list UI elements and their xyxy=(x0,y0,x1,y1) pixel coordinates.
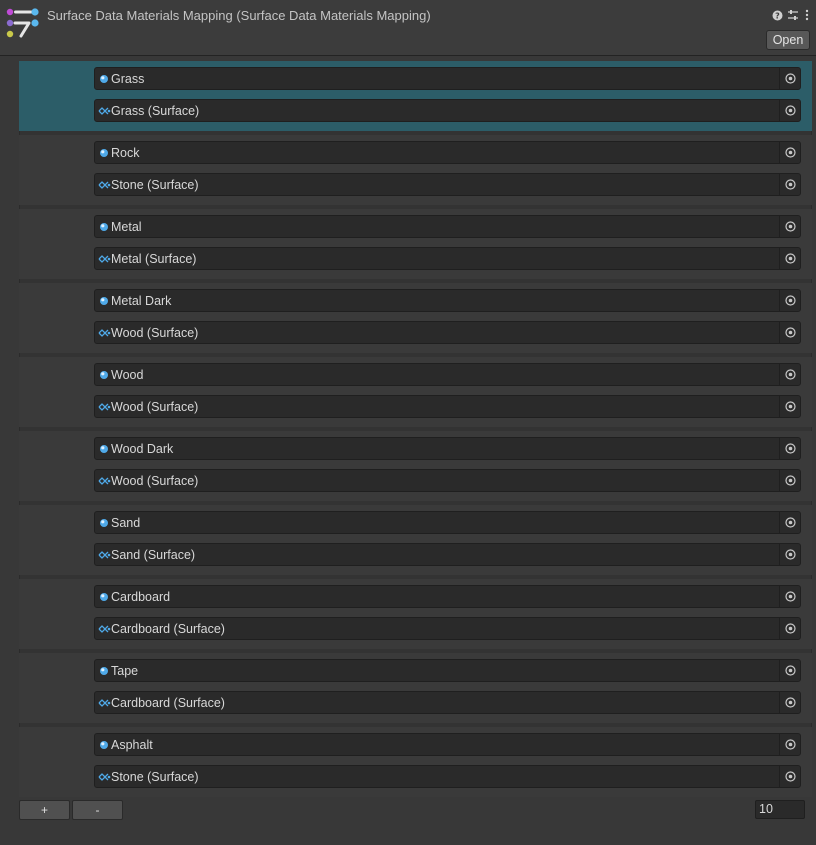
material-field[interactable]: Sand xyxy=(94,511,801,534)
material-field-value: Wood Dark xyxy=(111,441,174,456)
surface-field[interactable]: Stone (Surface) xyxy=(94,173,801,196)
surface-field[interactable]: Metal (Surface) xyxy=(94,247,801,270)
object-picker-icon[interactable] xyxy=(779,544,800,565)
surface-data-icon xyxy=(97,770,111,784)
material-field-value: Tape xyxy=(111,663,139,678)
object-picker-icon[interactable] xyxy=(779,100,800,121)
object-picker-icon[interactable] xyxy=(779,248,800,269)
surface-data-icon xyxy=(97,400,111,414)
add-element-button[interactable]: + xyxy=(19,800,70,820)
more-vert-icon[interactable] xyxy=(800,8,814,22)
surface-field-value: Wood (Surface) xyxy=(111,399,199,414)
surface-field-value: Cardboard (Surface) xyxy=(111,695,225,710)
page-title: Surface Data Materials Mapping (Surface … xyxy=(47,8,431,23)
surface-field[interactable]: Grass (Surface) xyxy=(94,99,801,122)
object-picker-icon[interactable] xyxy=(779,692,800,713)
settings-sliders-icon[interactable] xyxy=(786,8,800,22)
material-field-value: Asphalt xyxy=(111,737,153,752)
material-field-value: Wood xyxy=(111,367,144,382)
surface-field-value: Wood (Surface) xyxy=(111,325,199,340)
surface-field-value: Grass (Surface) xyxy=(111,103,200,118)
surface-data-icon xyxy=(97,548,111,562)
material-field[interactable]: Cardboard xyxy=(94,585,801,608)
surface-field-value: Sand (Surface) xyxy=(111,547,196,562)
object-picker-icon[interactable] xyxy=(779,618,800,639)
object-picker-icon[interactable] xyxy=(779,364,800,385)
object-picker-icon[interactable] xyxy=(779,586,800,607)
svg-text:?: ? xyxy=(775,11,780,20)
object-picker-icon[interactable] xyxy=(779,734,800,755)
material-field-value: Sand xyxy=(111,515,141,530)
surface-data-icon xyxy=(97,104,111,118)
material-icon xyxy=(97,442,111,456)
material-icon xyxy=(97,294,111,308)
surface-data-icon xyxy=(97,622,111,636)
material-icon xyxy=(97,220,111,234)
surface-field-value: Cardboard (Surface) xyxy=(111,621,225,636)
material-field[interactable]: Metal xyxy=(94,215,801,238)
surface-field[interactable]: Cardboard (Surface) xyxy=(94,617,801,640)
material-field[interactable]: Grass xyxy=(94,67,801,90)
surface-data-icon xyxy=(97,178,111,192)
object-picker-icon[interactable] xyxy=(779,438,800,459)
material-icon xyxy=(97,72,111,86)
surface-data-icon xyxy=(97,696,111,710)
material-field[interactable]: Metal Dark xyxy=(94,289,801,312)
material-field-value: Cardboard xyxy=(111,589,171,604)
help-icon[interactable]: ? xyxy=(770,8,784,22)
object-picker-icon[interactable] xyxy=(779,174,800,195)
remove-element-button[interactable]: - xyxy=(72,800,123,820)
list-size-field[interactable]: 10 xyxy=(755,800,805,819)
surface-field-value: Wood (Surface) xyxy=(111,473,199,488)
object-picker-icon[interactable] xyxy=(779,512,800,533)
surface-data-icon xyxy=(97,326,111,340)
inspector-header: Surface Data Materials Mapping (Surface … xyxy=(0,0,816,56)
material-icon xyxy=(97,368,111,382)
material-field[interactable]: Tape xyxy=(94,659,801,682)
surface-field[interactable]: Stone (Surface) xyxy=(94,765,801,788)
object-picker-icon[interactable] xyxy=(779,660,800,681)
surface-field[interactable]: Wood (Surface) xyxy=(94,469,801,492)
object-picker-icon[interactable] xyxy=(779,396,800,417)
object-picker-icon[interactable] xyxy=(779,322,800,343)
surface-data-logo-icon xyxy=(6,8,39,38)
object-picker-icon[interactable] xyxy=(779,142,800,163)
material-field-value: Metal Dark xyxy=(111,293,172,308)
material-icon xyxy=(97,590,111,604)
surface-field[interactable]: Cardboard (Surface) xyxy=(94,691,801,714)
surface-field-value: Stone (Surface) xyxy=(111,769,199,784)
open-button[interactable]: Open xyxy=(766,30,810,50)
surface-field[interactable]: Wood (Surface) xyxy=(94,321,801,344)
material-icon xyxy=(97,664,111,678)
surface-data-icon xyxy=(97,474,111,488)
surface-field[interactable]: Sand (Surface) xyxy=(94,543,801,566)
surface-field-value: Metal (Surface) xyxy=(111,251,197,266)
material-icon xyxy=(97,516,111,530)
material-field[interactable]: Wood Dark xyxy=(94,437,801,460)
material-field[interactable]: Wood xyxy=(94,363,801,386)
object-picker-icon[interactable] xyxy=(779,470,800,491)
object-picker-icon[interactable] xyxy=(779,216,800,237)
material-field[interactable]: Asphalt xyxy=(94,733,801,756)
surface-data-icon xyxy=(97,252,111,266)
material-icon xyxy=(97,738,111,752)
object-picker-icon[interactable] xyxy=(779,766,800,787)
material-field[interactable]: Rock xyxy=(94,141,801,164)
object-picker-icon[interactable] xyxy=(779,68,800,89)
material-field-value: Metal xyxy=(111,219,142,234)
surface-field-value: Stone (Surface) xyxy=(111,177,199,192)
surface-field[interactable]: Wood (Surface) xyxy=(94,395,801,418)
material-field-value: Grass xyxy=(111,71,145,86)
object-picker-icon[interactable] xyxy=(779,290,800,311)
material-icon xyxy=(97,146,111,160)
material-field-value: Rock xyxy=(111,145,140,160)
